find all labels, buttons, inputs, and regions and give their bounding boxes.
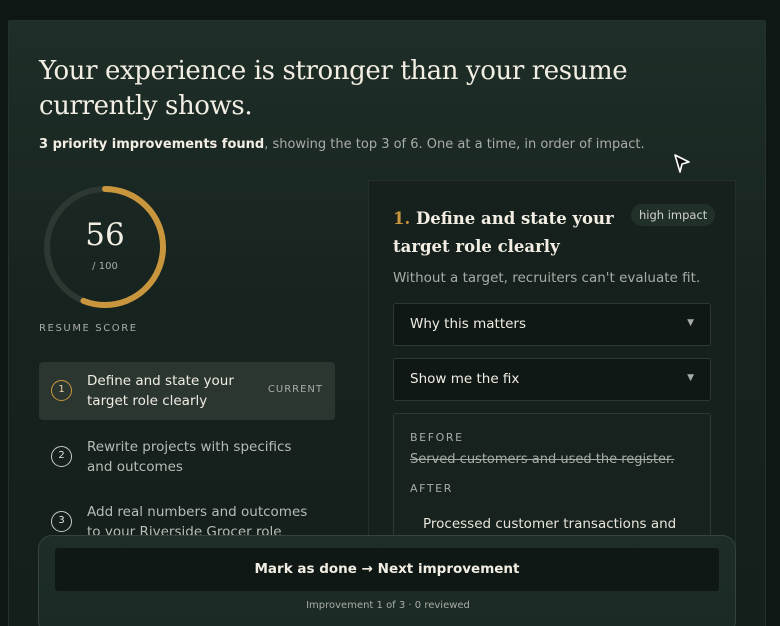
after-label: AFTER [410, 482, 453, 495]
summary-rest: , showing the top 3 of 6. One at a time,… [264, 137, 645, 152]
improvement-subtitle: Without a target, recruiters can't evalu… [393, 270, 701, 286]
step-number-badge: 3 [51, 511, 72, 532]
score-value: 56 [85, 217, 125, 253]
step-item-2[interactable]: 2 Rewrite projects with specifics and ou… [39, 427, 335, 485]
score-label: RESUME SCORE [39, 323, 138, 334]
bottom-action-bar: Mark as done → Next improvement Improvem… [38, 535, 736, 626]
current-badge: CURRENT [267, 384, 323, 395]
improvement-number: 1. [393, 209, 411, 228]
accordion-label: Why this matters [410, 316, 527, 332]
page-title: Your experience is stronger than your re… [39, 56, 628, 121]
score-max: / 100 [92, 261, 118, 272]
step-item-1[interactable]: 1 Define and state your target role clea… [39, 362, 335, 420]
improvement-title-text: Define and state your target role clearl… [393, 209, 614, 256]
summary-bold: 3 priority improvements found [39, 137, 265, 152]
summary-text: 3 priority improvements found, showing t… [39, 137, 739, 152]
after-text: Processed customer transactions and [423, 516, 677, 532]
before-text: Served customers and used the register. [410, 452, 675, 467]
mark-done-next-button[interactable]: Mark as done → Next improvement [55, 548, 719, 591]
before-label: BEFORE [410, 431, 464, 444]
show-fix-toggle[interactable]: Show me the fix ▼ [393, 358, 711, 401]
resume-score-ring: 56 / 100 [37, 179, 173, 315]
improvement-detail-panel: 1. Define and state your target role cle… [368, 180, 736, 573]
mouse-cursor-icon [674, 154, 690, 173]
impact-badge: high impact [631, 204, 716, 226]
progress-text: Improvement 1 of 3 · 0 reviewed [306, 600, 470, 611]
step-title: Define and state your target role clearl… [87, 373, 234, 409]
step-title: Rewrite projects with specifics and outc… [87, 439, 292, 475]
step-number-badge: 2 [51, 446, 72, 467]
accordion-label: Show me the fix [410, 371, 520, 387]
step-number-badge: 1 [51, 380, 72, 401]
chevron-down-icon: ▼ [687, 373, 694, 383]
improvement-title: 1. Define and state your target role cle… [393, 205, 633, 261]
chevron-down-icon: ▼ [687, 318, 694, 328]
why-this-matters-toggle[interactable]: Why this matters ▼ [393, 303, 711, 346]
